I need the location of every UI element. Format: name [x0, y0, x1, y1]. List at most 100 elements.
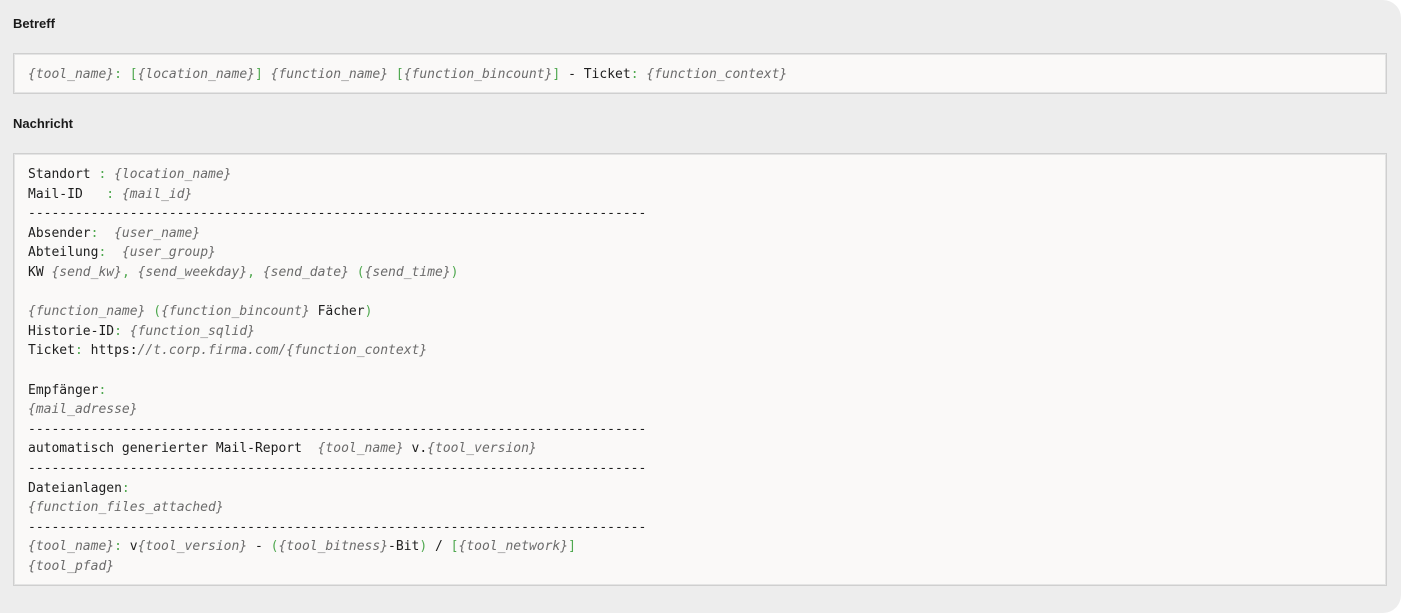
- template-variable: {send_time}: [364, 264, 451, 280]
- message-line: Abteilung: {user_group}: [28, 243, 1372, 263]
- template-text: automatisch generierter Mail-Report: [28, 441, 318, 457]
- template-punctuation: :: [114, 323, 130, 339]
- message-line: {tool_name}: v{tool_version} - ({tool_bi…: [28, 537, 1372, 557]
- template-text: Empfänger: [28, 382, 99, 398]
- template-variable: {function_name}: [270, 67, 389, 82]
- message-line: Empfänger:: [28, 381, 1372, 401]
- message-line: ----------------------------------------…: [28, 459, 1372, 479]
- template-punctuation: ): [419, 539, 428, 555]
- template-variable: {function_name}: [28, 304, 146, 320]
- template-punctuation: ,: [121, 264, 138, 280]
- template-punctuation: :: [106, 186, 122, 202]
- message-line: Ticket: https://t.corp.firma.com/{functi…: [28, 341, 1372, 361]
- template-variable: //t.corp.firma.com/{function_context}: [137, 343, 428, 359]
- template-variable: {tool_name}: [28, 67, 115, 82]
- template-text: v.: [403, 441, 428, 457]
- template-variable: {function_bincount}: [403, 67, 553, 82]
- message-line: {function_name} ({function_bincount} Fäc…: [28, 302, 1372, 322]
- template-text: Standort: [28, 167, 99, 182]
- template-punctuation: :: [114, 67, 130, 82]
- message-label: Nachricht: [13, 116, 73, 131]
- message-line: Historie-ID: {function_sqlid}: [28, 322, 1372, 342]
- separator-line: ----------------------------------------…: [28, 519, 647, 535]
- message-line: {tool_pfad}: [28, 557, 1372, 577]
- template-text: Ticket: [28, 343, 75, 359]
- template-text: [349, 265, 357, 280]
- subject-field[interactable]: {tool_name}: [{location_name}] {function…: [13, 53, 1387, 94]
- template-variable: {mail_id}: [121, 186, 193, 202]
- message-line: automatisch generierter Mail-Report {too…: [28, 439, 1372, 459]
- template-variable: {tool_bitness}: [278, 539, 389, 555]
- template-variable: {mail_adresse}: [28, 402, 138, 418]
- template-variable: {user_group}: [121, 245, 216, 261]
- template-text: - Ticket: [560, 67, 631, 82]
- message-line: KW {send_kw}, {send_weekday}, {send_date…: [28, 263, 1372, 283]
- template-variable: {tool_name}: [317, 441, 404, 457]
- template-variable: {tool_network}: [458, 539, 569, 555]
- template-punctuation: :: [90, 225, 115, 241]
- template-punctuation: :: [74, 343, 91, 359]
- template-text: KW: [28, 264, 52, 280]
- message-line: Absender: {user_name}: [28, 224, 1372, 244]
- template-punctuation: [: [450, 539, 459, 555]
- template-text: Absender: [28, 225, 91, 241]
- template-text: /: [427, 539, 451, 555]
- template-text: Dateianlagen: [28, 480, 122, 496]
- template-text: v: [121, 539, 138, 555]
- template-variable: {function_context}: [646, 67, 788, 82]
- template-variable: {send_date}: [262, 264, 349, 280]
- separator-line: ----------------------------------------…: [28, 206, 647, 222]
- template-variable: {tool_name}: [28, 539, 115, 555]
- message-line: Dateianlagen:: [28, 479, 1372, 499]
- separator-line: ----------------------------------------…: [28, 421, 647, 437]
- template-variable: {location_name}: [114, 167, 232, 182]
- template-punctuation: [: [129, 67, 138, 82]
- template-punctuation: (: [153, 304, 162, 320]
- template-punctuation: :: [98, 382, 107, 398]
- template-text: Fächer: [309, 304, 365, 320]
- template-punctuation: [: [395, 67, 404, 82]
- template-variable: {function_bincount}: [161, 304, 310, 320]
- separator-line: ----------------------------------------…: [28, 460, 647, 476]
- template-text: [263, 67, 271, 82]
- template-text: Historie-ID: [28, 323, 115, 339]
- subject-label: Betreff: [13, 16, 55, 31]
- template-variable: {tool_version}: [137, 539, 248, 555]
- template-text: -: [247, 539, 271, 555]
- message-line: [28, 361, 1372, 381]
- message-line: ----------------------------------------…: [28, 204, 1372, 224]
- template-variable: {send_weekday}: [137, 264, 248, 280]
- template-punctuation: :: [121, 480, 130, 496]
- template-variable: {tool_version}: [427, 441, 537, 457]
- message-line: ----------------------------------------…: [28, 518, 1372, 538]
- message-line: {function_files_attached}: [28, 498, 1372, 518]
- template-punctuation: ]: [568, 539, 576, 555]
- template-punctuation: ,: [247, 264, 263, 280]
- template-variable: {location_name}: [137, 67, 255, 82]
- template-text: -Bit: [388, 539, 420, 555]
- template-punctuation: :: [114, 539, 122, 555]
- template-text: Abteilung: [28, 245, 99, 261]
- template-punctuation: :: [98, 167, 115, 182]
- template-punctuation: ): [364, 304, 373, 320]
- template-text: https:: [90, 343, 138, 359]
- template-punctuation: ]: [254, 67, 263, 82]
- template-variable: {tool_pfad}: [28, 558, 115, 574]
- message-line: [28, 283, 1372, 303]
- template-punctuation: :: [630, 67, 647, 82]
- message-field[interactable]: Standort : {location_name} Mail-ID : {mai…: [13, 153, 1387, 586]
- template-variable: {function_files_attached}: [28, 500, 224, 516]
- template-variable: {function_sqlid}: [129, 323, 255, 339]
- message-line: Standort : {location_name}: [28, 165, 1372, 185]
- template-text: Mail-ID: [28, 186, 107, 202]
- template-punctuation: ): [450, 264, 459, 280]
- message-line: ----------------------------------------…: [28, 420, 1372, 440]
- email-template-panel: Betreff {tool_name}: [{location_name}] {…: [0, 0, 1401, 613]
- template-punctuation: :: [98, 245, 122, 261]
- message-line: Mail-ID : {mail_id}: [28, 185, 1372, 205]
- template-variable: {user_name}: [114, 225, 201, 241]
- template-punctuation: (: [356, 264, 365, 280]
- message-line: {mail_adresse}: [28, 400, 1372, 420]
- template-variable: {send_kw}: [51, 264, 122, 280]
- template-text: [388, 67, 396, 82]
